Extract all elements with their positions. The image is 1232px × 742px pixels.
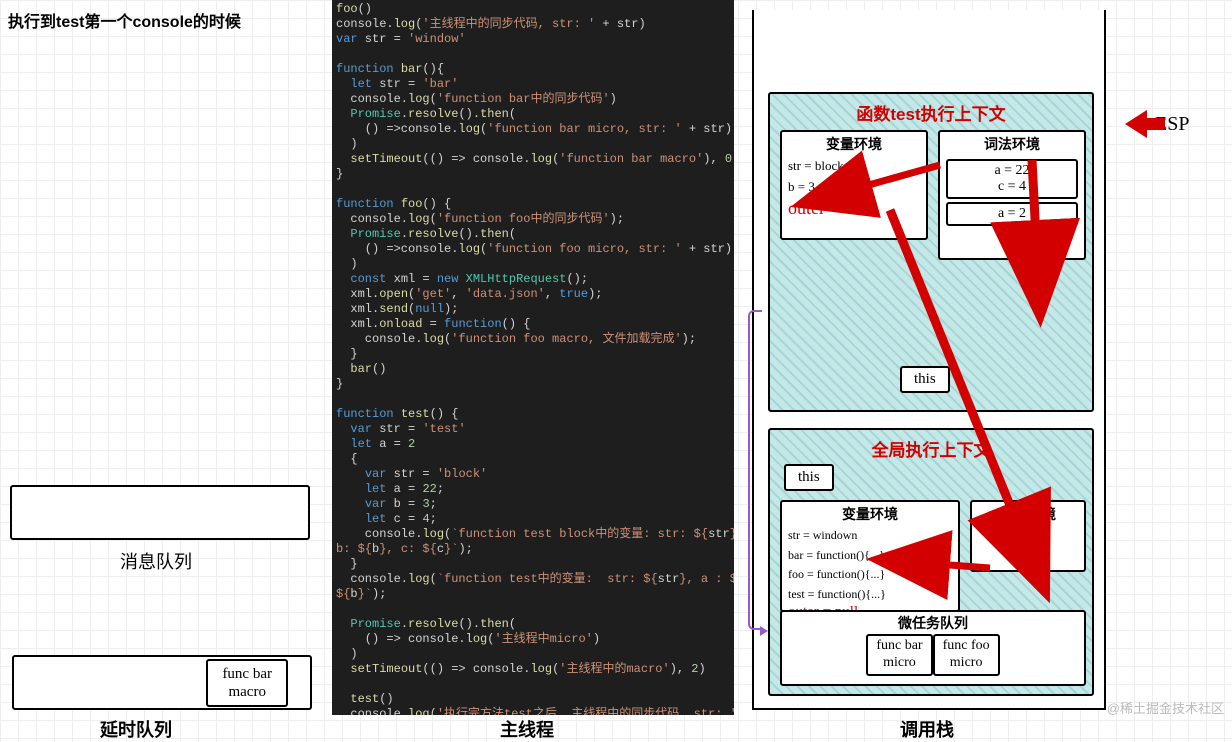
- mt0-l1: func bar: [876, 638, 922, 655]
- lex-block-0: a = 22 c = 4: [946, 159, 1078, 199]
- delay-queue-label: 延时队列: [100, 716, 172, 742]
- esp-pointer: ESP: [1125, 110, 1189, 138]
- microtask-item-1: func foo micro: [933, 634, 1000, 676]
- left-column: 执行到test第一个console的时候 消息队列 func bar macro…: [0, 0, 330, 741]
- lex-b0-l0: a = 22: [954, 163, 1070, 179]
- mt0-l2: micro: [876, 655, 922, 672]
- test-this-box: this: [900, 366, 950, 393]
- delay-item-line1: func bar: [222, 665, 272, 683]
- outer-link-line: [748, 310, 762, 630]
- code-panel: foo() console.log('主线程中的同步代码, str: ' + s…: [332, 0, 734, 715]
- diagram-title: 执行到test第一个console的时候: [8, 8, 241, 32]
- delay-queue-box: func bar macro: [12, 655, 312, 710]
- global-this-box: this: [784, 464, 834, 491]
- delay-queue-item: func bar macro: [206, 659, 288, 707]
- watermark: @稀土掘金技术社区: [1107, 698, 1224, 717]
- lex-block-1: a = 2: [946, 202, 1078, 226]
- message-queue-label: 消息队列: [120, 548, 192, 574]
- message-queue-box: [10, 485, 310, 540]
- microtask-item-0: func bar micro: [866, 634, 932, 676]
- call-stack-column: 函数test执行上下文 变量环境 str = block b = 3 outer…: [740, 0, 1118, 741]
- global-execution-context: 全局执行上下文 this 变量环境 str = windown bar = fu…: [768, 428, 1094, 696]
- esp-arrow-icon: [1125, 110, 1147, 138]
- test-var-env: 变量环境 str = block b = 3 outer: [780, 130, 928, 240]
- call-stack-frame: 函数test执行上下文 变量环境 str = block b = 3 outer…: [752, 10, 1106, 710]
- gv-l0: str = windown: [782, 526, 958, 546]
- call-stack-label: 调用栈: [900, 716, 954, 742]
- gv-l2: foo = function(){...}: [782, 565, 958, 585]
- test-lex-env-title: 词法环境: [940, 132, 1084, 156]
- test-outer-label: outer: [782, 198, 926, 219]
- global-ctx-title: 全局执行上下文: [770, 430, 1092, 467]
- lex-b1-l0: a = 2: [954, 206, 1070, 222]
- microtask-title: 微任务队列: [782, 612, 1084, 634]
- gv-l3: test = function(){...}: [782, 585, 958, 605]
- global-var-env-title: 变量环境: [782, 502, 958, 526]
- test-var-env-title: 变量环境: [782, 132, 926, 156]
- microtask-queue: 微任务队列 func bar micro func foo micro: [780, 610, 1086, 686]
- global-lex-env: 词法环境: [970, 500, 1086, 572]
- mt1-l1: func foo: [943, 638, 990, 655]
- global-lex-env-title: 词法环境: [972, 502, 1084, 526]
- outer-link-arrowhead-icon: [760, 626, 768, 636]
- test-var-line1: b = 3: [782, 177, 926, 198]
- test-lex-env: 词法环境 a = 22 c = 4 a = 2: [938, 130, 1086, 260]
- delay-item-line2: macro: [222, 683, 272, 701]
- mt1-l2: micro: [943, 655, 990, 672]
- test-execution-context: 函数test执行上下文 变量环境 str = block b = 3 outer…: [768, 92, 1094, 412]
- test-ctx-title: 函数test执行上下文: [770, 94, 1092, 131]
- test-var-line0: str = block: [782, 156, 926, 177]
- main-thread-label: 主线程: [500, 716, 554, 742]
- gv-l1: bar = function(){...}: [782, 546, 958, 566]
- lex-b0-l1: c = 4: [954, 179, 1070, 195]
- global-var-env: 变量环境 str = windown bar = function(){...}…: [780, 500, 960, 612]
